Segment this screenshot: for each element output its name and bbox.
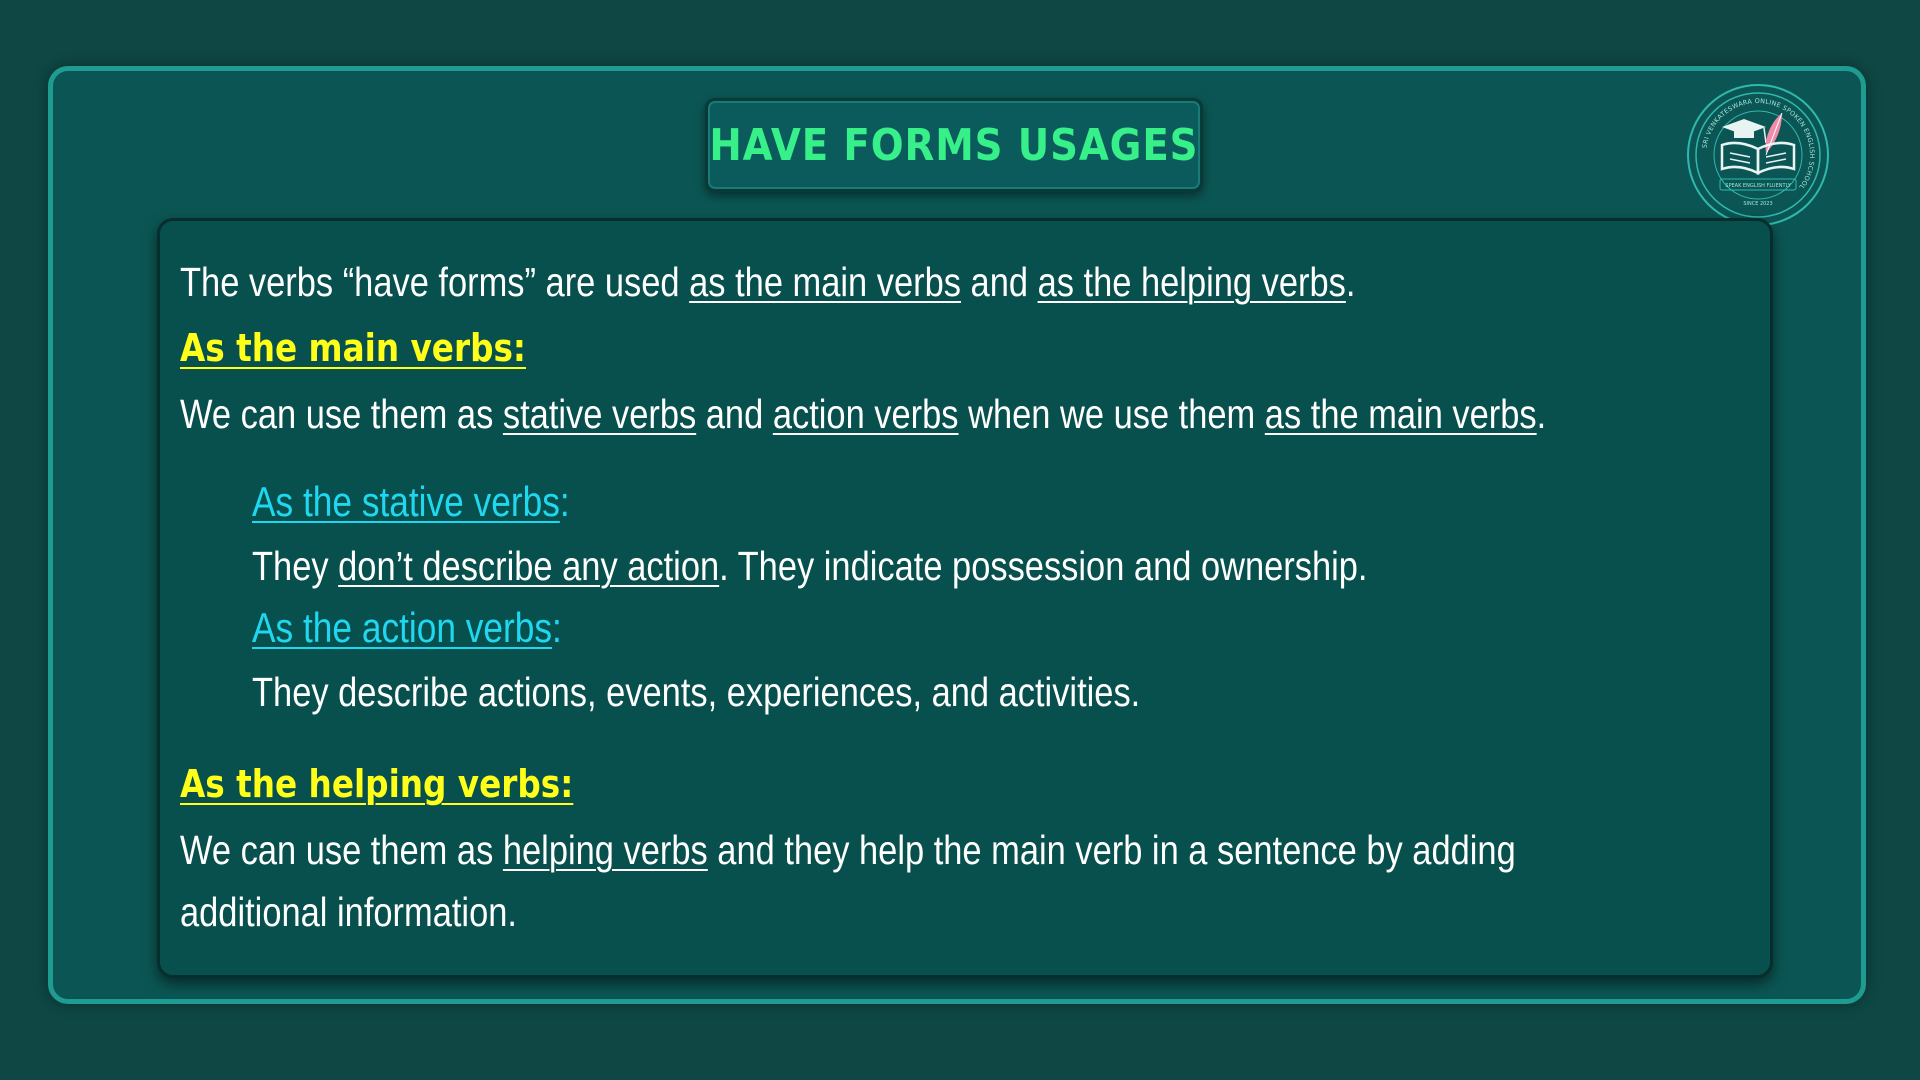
main-verbs-description: We can use them as stative verbs and act… xyxy=(180,389,1546,439)
main-verbs-emphasis: as the main verbs xyxy=(1264,391,1537,437)
title-box: HAVE FORMS USAGES xyxy=(705,98,1203,192)
open-book-icon xyxy=(1720,141,1796,176)
intro-text: The verbs “have forms” are used xyxy=(180,259,690,305)
main-desc-text: We can use them as xyxy=(180,391,503,437)
content-panel: The verbs “have forms” are used as the m… xyxy=(157,218,1773,978)
intro-sentence: The verbs “have forms” are used as the m… xyxy=(180,257,1355,307)
action-verbs-subheading: As the action verbs: xyxy=(252,603,562,653)
intro-emphasis-helping: as the helping verbs xyxy=(1037,259,1346,305)
logo-banner-text: SPEAK ENGLISH FLUENTLY xyxy=(1725,183,1791,189)
main-verbs-heading: As the main verbs: xyxy=(180,326,527,370)
stative-verbs-label: As the stative verbs xyxy=(252,478,560,525)
stative-colon: : xyxy=(559,478,570,525)
action-verbs-description: They describe actions, events, experienc… xyxy=(252,669,1141,715)
intro-emphasis-main: as the main verbs xyxy=(689,259,961,305)
stative-verbs-emphasis: stative verbs xyxy=(502,391,697,437)
logo-since-text: SINCE 2023 xyxy=(1743,201,1772,207)
helping-desc-text: and they help the main verb in a sentenc… xyxy=(707,827,1516,873)
quill-icon xyxy=(1765,112,1783,156)
main-desc-text: . xyxy=(1536,391,1547,437)
action-verbs-label: As the action verbs xyxy=(252,604,553,651)
no-action-emphasis: don’t describe any action xyxy=(338,543,720,589)
page-title: HAVE FORMS USAGES xyxy=(709,119,1199,171)
intro-text: and xyxy=(960,259,1038,305)
helping-desc-text: We can use them as xyxy=(180,827,503,873)
helping-verbs-emphasis: helping verbs xyxy=(502,827,708,873)
action-colon: : xyxy=(552,604,562,651)
helping-verbs-description: We can use them as helping verbs and the… xyxy=(180,825,1516,875)
helping-verbs-heading: As the helping verbs: xyxy=(180,762,574,806)
main-desc-text: and xyxy=(696,391,773,437)
helping-verbs-description-continued: additional information. xyxy=(180,889,517,935)
stative-desc-text: They xyxy=(252,543,339,589)
main-desc-text: when we use them xyxy=(958,391,1265,437)
school-logo: SRI VENKATESWARA ONLINE SPOKEN ENGLISH S… xyxy=(1687,84,1829,226)
stative-desc-text: . They indicate possession and ownership… xyxy=(719,543,1368,589)
stative-verbs-description: They don’t describe any action. They ind… xyxy=(252,541,1368,591)
stative-verbs-subheading: As the stative verbs: xyxy=(252,477,570,527)
action-verbs-emphasis: action verbs xyxy=(772,391,959,437)
intro-text: . xyxy=(1345,259,1356,305)
